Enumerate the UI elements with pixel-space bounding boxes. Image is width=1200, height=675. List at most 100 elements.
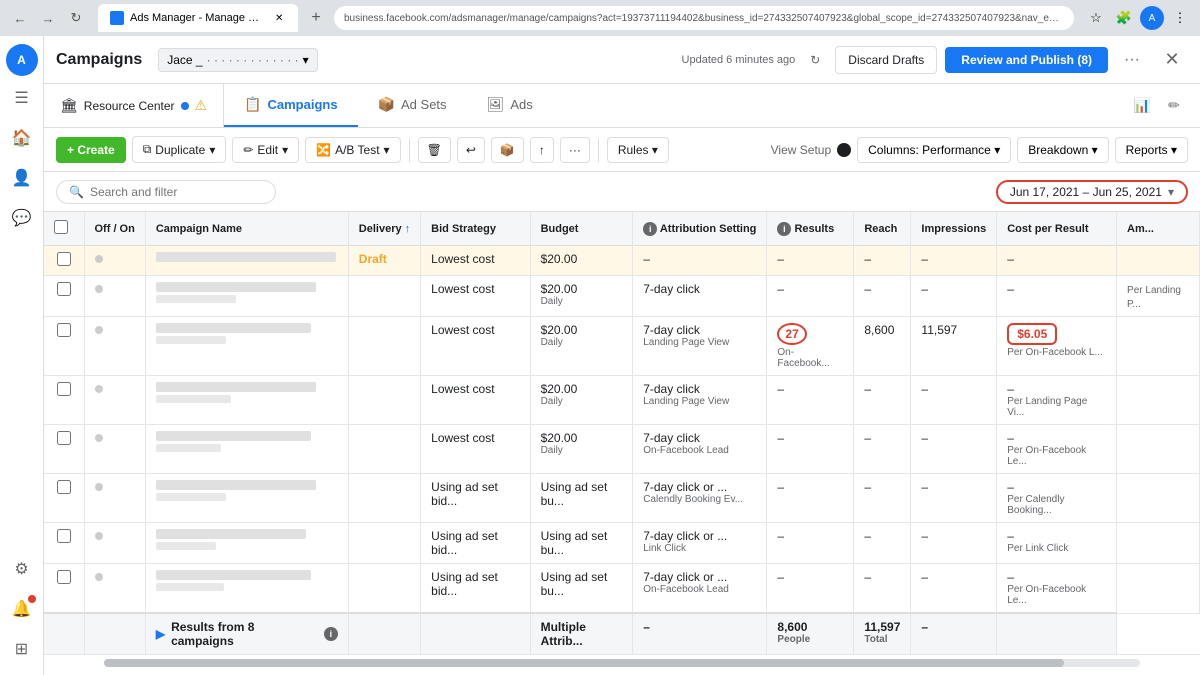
edit-btn[interactable]: ✏ Edit ▾ (232, 137, 299, 163)
attribution-info-icon[interactable]: i (643, 222, 657, 236)
reach-cell: 8,600 (864, 323, 894, 337)
tab-favicon (110, 11, 124, 25)
campaign-name-cell (156, 323, 311, 333)
sidebar-chat-icon[interactable]: 💬 (4, 200, 40, 236)
row-checkbox[interactable] (57, 431, 71, 445)
resource-center[interactable]: 🏛 Resource Center ⚠ (44, 84, 224, 127)
sidebar-menu-icon[interactable]: ☰ (4, 80, 40, 116)
nav-edit-icon[interactable]: ✏ (1160, 92, 1188, 120)
cost-cell: – (1007, 252, 1014, 266)
duplicate-btn[interactable]: ⧉ Duplicate ▾ (132, 136, 227, 163)
extensions-icon[interactable]: 🧩 (1112, 6, 1136, 30)
delete-btn[interactable]: 🗑 (418, 137, 451, 163)
col-results[interactable]: i Results (767, 212, 854, 246)
summary-info-icon[interactable]: i (324, 627, 338, 641)
budget-period-cell: Daily (541, 445, 623, 456)
more-toolbar-btn[interactable]: ··· (560, 137, 590, 163)
sidebar-home-icon[interactable]: 🏠 (4, 120, 40, 156)
ab-test-icon: 🔀 (316, 143, 331, 157)
sidebar-alert-icon[interactable]: 🔔 (4, 591, 40, 627)
col-amount[interactable]: Am... (1117, 212, 1200, 246)
col-checkbox[interactable] (44, 212, 84, 246)
row-checkbox[interactable] (57, 570, 71, 584)
budget-cell: $20.00 (541, 252, 578, 266)
impressions-cell: – (921, 282, 928, 296)
search-input[interactable] (90, 185, 250, 199)
horizontal-scrollbar[interactable] (104, 659, 1140, 667)
col-budget[interactable]: Budget (530, 212, 633, 246)
columns-btn[interactable]: Columns: Performance ▾ (857, 137, 1011, 163)
sidebar-grid-icon[interactable]: ⊞ (4, 631, 40, 667)
address-bar[interactable]: business.facebook.com/adsmanager/manage/… (334, 6, 1074, 30)
budget-cell: $20.00 (541, 323, 578, 337)
tab-close-btn[interactable]: ✕ (272, 11, 286, 25)
row-checkbox[interactable] (57, 480, 71, 494)
row-checkbox[interactable] (57, 252, 71, 266)
more-options-icon[interactable]: ⋮ (1168, 6, 1192, 30)
reports-btn[interactable]: Reports ▾ (1115, 137, 1188, 163)
results-info-icon[interactable]: i (777, 222, 791, 236)
summary-reach-sub: People (777, 634, 843, 645)
row-checkbox[interactable] (57, 323, 71, 337)
bid-strategy-cell: Lowest cost (431, 382, 494, 396)
row-checkbox[interactable] (57, 282, 71, 296)
header-refresh-btn[interactable]: ↻ (803, 48, 827, 72)
browser-tab[interactable]: Ads Manager - Manage Ca... ✕ (98, 4, 298, 32)
campaign-name-cell (156, 431, 311, 441)
archive-btn[interactable]: 📦 (491, 137, 524, 163)
back-btn[interactable]: ← (8, 6, 32, 30)
duplicate-icon: ⧉ (143, 142, 152, 157)
attribution-sub-cell: Link Click (643, 543, 756, 554)
status-off-icon (95, 255, 103, 263)
view-setup-toggle[interactable]: View Setup (771, 143, 852, 157)
tab-campaigns[interactable]: 📋 Campaigns (224, 84, 358, 127)
campaign-name-header: Campaign Name (156, 223, 242, 235)
campaign-name-cell (156, 480, 316, 490)
summary-attribution-cell: Multiple Attrib... (541, 620, 586, 648)
undo-btn[interactable]: ↩ (457, 137, 485, 163)
discard-drafts-btn[interactable]: Discard Drafts (835, 46, 937, 74)
col-attribution[interactable]: i Attribution Setting (633, 212, 767, 246)
sidebar-avatar[interactable]: A (6, 44, 38, 76)
tab-ads[interactable]: 🖼 Ads (467, 84, 553, 127)
resource-center-label: Resource Center (84, 99, 175, 113)
row-checkbox[interactable] (57, 529, 71, 543)
col-reach[interactable]: Reach (854, 212, 911, 246)
expand-results-btn[interactable]: ▶ (156, 627, 165, 641)
browser-bar: ← → ↻ Ads Manager - Manage Ca... ✕ + bus… (0, 0, 1200, 36)
select-all-checkbox[interactable] (54, 220, 68, 234)
create-btn[interactable]: + Create (56, 137, 126, 163)
tab-ad-sets[interactable]: 📦 Ad Sets (358, 84, 467, 127)
new-tab-btn[interactable]: + (304, 6, 328, 30)
header-close-btn[interactable]: ✕ (1156, 44, 1188, 76)
summary-row: ▶ Results from 8 campaigns i Multiple At… (44, 613, 1200, 655)
impressions-cell: – (921, 431, 928, 445)
breakdown-btn[interactable]: Breakdown ▾ (1017, 137, 1108, 163)
reach-cell: – (864, 382, 871, 396)
refresh-btn[interactable]: ↻ (64, 6, 88, 30)
profile-icon[interactable]: A (1140, 6, 1164, 30)
col-bid-strategy[interactable]: Bid Strategy (421, 212, 530, 246)
sidebar-user-icon[interactable]: 👤 (4, 160, 40, 196)
export-btn[interactable]: ↑ (530, 137, 554, 163)
col-on-off[interactable]: Off / On (84, 212, 145, 246)
budget-period-cell: Daily (541, 396, 623, 407)
row-checkbox[interactable] (57, 382, 71, 396)
col-campaign-name[interactable]: Campaign Name (145, 212, 348, 246)
account-selector[interactable]: Jace _ · · · · · · · · · · · · · ▾ (158, 48, 317, 72)
date-range-badge[interactable]: Jun 17, 2021 – Jun 25, 2021 ▾ (996, 180, 1188, 204)
review-publish-btn[interactable]: Review and Publish (8) (945, 47, 1108, 73)
nav-chart-icon[interactable]: 📊 (1128, 92, 1156, 120)
sidebar-settings-icon[interactable]: ⚙ (4, 551, 40, 587)
ab-test-btn[interactable]: 🔀 A/B Test ▾ (305, 137, 400, 163)
header-more-btn[interactable]: ··· (1116, 44, 1148, 76)
col-impressions[interactable]: Impressions (911, 212, 997, 246)
impressions-cell: – (921, 480, 928, 494)
table-row: Lowest cost $20.00 Daily 7-day click – –… (44, 276, 1200, 317)
col-delivery[interactable]: Delivery ↑ (348, 212, 420, 246)
col-cost[interactable]: Cost per Result (997, 212, 1117, 246)
bookmark-icon[interactable]: ☆ (1084, 6, 1108, 30)
rules-btn[interactable]: Rules ▾ (607, 137, 669, 163)
forward-btn[interactable]: → (36, 6, 60, 30)
campaign-sub-cell (156, 395, 231, 403)
